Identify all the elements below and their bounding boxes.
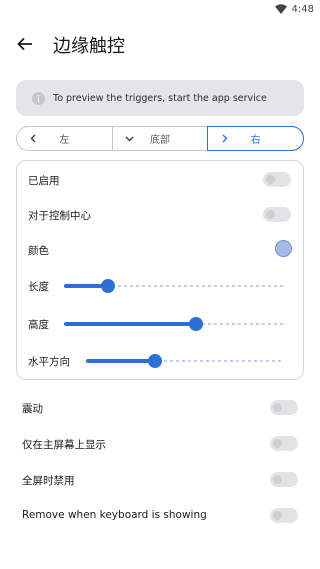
segment-bottom[interactable]: 底部 [111, 127, 208, 150]
length-label: 长度 [28, 281, 49, 293]
back-arrow-icon[interactable] [16, 35, 34, 53]
color-swatch[interactable] [275, 240, 292, 257]
status-bar: 4:48 [0, 0, 320, 18]
status-time: 4:48 [291, 3, 314, 15]
home-only-toggle[interactable] [270, 436, 298, 451]
wifi-icon [274, 4, 287, 14]
keyboard-remove-toggle[interactable] [270, 508, 298, 523]
enabled-toggle[interactable] [263, 172, 291, 187]
height-slider-fill [64, 322, 196, 326]
height-slider-thumb[interactable] [189, 317, 203, 331]
edge-selector: 左 底部 右 [16, 126, 305, 151]
chevron-right-icon [222, 134, 228, 143]
home-only-label: 仅在主屏幕上显示 [22, 439, 106, 451]
horizontal-slider-thumb[interactable] [148, 354, 163, 368]
chevron-down-icon [125, 136, 134, 142]
control-center-toggle[interactable] [263, 207, 291, 222]
horizontal-slider[interactable] [86, 353, 284, 369]
fullscreen-disable-toggle[interactable] [270, 472, 298, 487]
length-slider[interactable] [64, 278, 284, 294]
enabled-label: 已启用 [28, 175, 60, 187]
edge-settings-card: 已启用 对于控制中心 颜色 长度 高度 水平方向 [16, 160, 304, 380]
info-banner: To preview the triggers, start the app s… [16, 80, 304, 116]
info-text: To preview the triggers, start the app s… [53, 92, 267, 104]
height-label: 高度 [28, 319, 49, 331]
vibrate-toggle[interactable] [270, 400, 298, 415]
segment-left[interactable]: 左 [17, 127, 112, 150]
app-bar: 边缘触控 [0, 26, 320, 62]
horizontal-slider-fill [86, 359, 156, 363]
info-icon [32, 91, 45, 105]
height-slider[interactable] [64, 316, 284, 332]
horizontal-label: 水平方向 [28, 356, 70, 368]
chevron-left-icon [30, 134, 36, 143]
control-center-label: 对于控制中心 [28, 210, 91, 222]
page-title: 边缘触控 [53, 36, 125, 57]
vibrate-label: 震动 [22, 403, 43, 415]
length-slider-thumb[interactable] [101, 279, 115, 293]
segment-right[interactable]: 右 [207, 126, 305, 151]
keyboard-remove-label: Remove when keyboard is showing [22, 509, 207, 521]
fullscreen-disable-label: 全屏时禁用 [22, 475, 75, 487]
color-label: 颜色 [28, 245, 49, 257]
